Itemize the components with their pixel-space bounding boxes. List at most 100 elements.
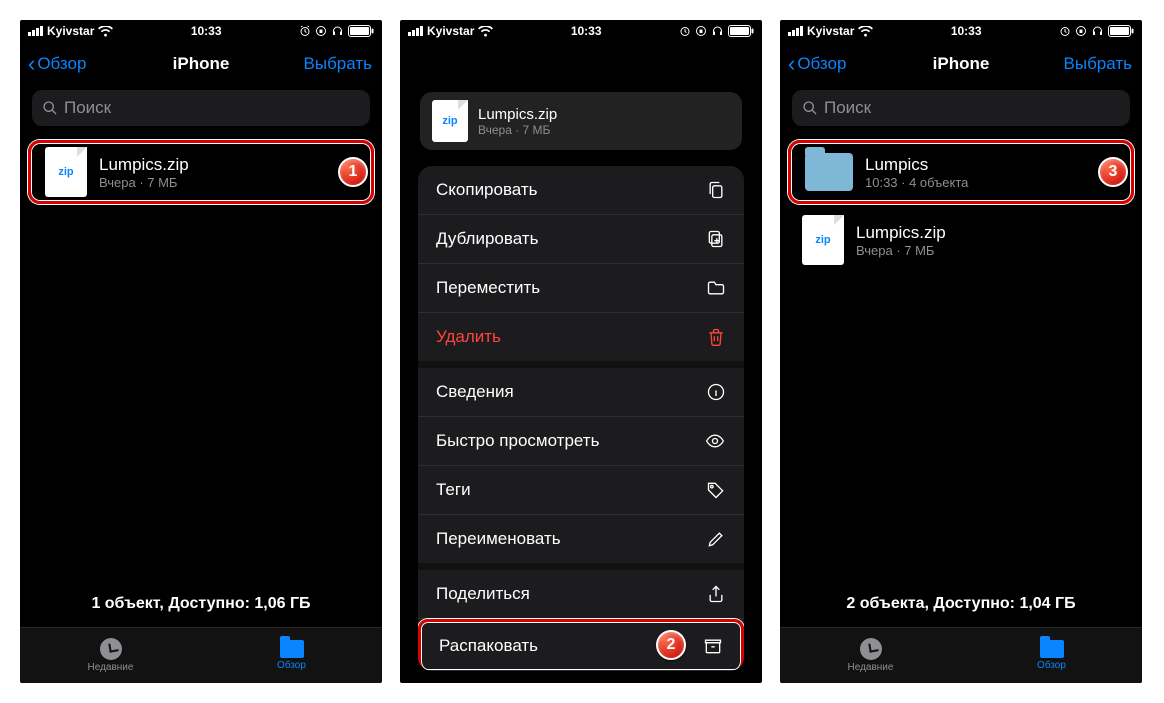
back-label: Обзор xyxy=(797,54,846,74)
callout-badge-3: 3 xyxy=(1098,157,1128,187)
menu-move-label: Переместить xyxy=(436,278,540,298)
file-name: Lumpics.zip xyxy=(856,223,946,243)
tag-icon xyxy=(706,480,726,500)
file-row-folder[interactable]: Lumpics 10:33 · 4 объекта xyxy=(788,140,1134,204)
tab-browse[interactable]: Обзор xyxy=(201,628,382,683)
tab-recent-label: Недавние xyxy=(848,662,894,673)
menu-tags-label: Теги xyxy=(436,480,471,500)
menu-quicklook[interactable]: Быстро просмотреть xyxy=(418,417,744,466)
search-placeholder: Поиск xyxy=(64,98,111,118)
status-time: 10:33 xyxy=(493,24,679,38)
nav-title: iPhone xyxy=(933,54,990,74)
file-row-zip[interactable]: zip Lumpics.zip Вчера · 7 МБ xyxy=(28,140,374,204)
nav-bar: ‹ Обзор iPhone Выбрать xyxy=(20,42,382,86)
menu-info[interactable]: Сведения xyxy=(418,368,744,417)
battery-icon xyxy=(728,25,754,37)
battery-icon xyxy=(348,25,374,37)
file-sub: Вчера · 7 МБ xyxy=(478,123,557,137)
carrier-label: Kyivstar xyxy=(47,24,94,38)
search-icon xyxy=(42,100,58,116)
copy-icon xyxy=(706,180,726,200)
back-button[interactable]: ‹ Обзор xyxy=(788,54,846,74)
select-button[interactable]: Выбрать xyxy=(304,54,372,74)
menu-rename[interactable]: Переименовать xyxy=(418,515,744,570)
status-bar: Kyivstar 10:33 xyxy=(780,20,1142,42)
tab-recent[interactable]: Недавние xyxy=(20,628,201,683)
storage-summary: 2 объекта, Доступно: 1,04 ГБ xyxy=(780,585,1142,627)
search-input[interactable]: Поиск xyxy=(32,90,370,126)
file-name: Lumpics.zip xyxy=(478,106,557,123)
menu-copy-label: Скопировать xyxy=(436,180,538,200)
menu-unzip[interactable]: Распаковать xyxy=(418,619,744,671)
storage-summary: 1 объект, Доступно: 1,06 ГБ xyxy=(20,585,382,627)
clock-icon xyxy=(860,638,882,660)
status-time: 10:33 xyxy=(113,24,299,38)
status-time: 10:33 xyxy=(873,24,1059,38)
tab-browse[interactable]: Обзор xyxy=(961,628,1142,683)
back-button[interactable]: ‹ Обзор xyxy=(28,54,86,74)
folder-sub: 10:33 · 4 объекта xyxy=(865,175,968,190)
menu-move[interactable]: Переместить xyxy=(418,264,744,313)
headphones-icon xyxy=(331,25,344,37)
wifi-icon xyxy=(858,26,873,37)
context-menu: Скопировать Дублировать Переместить Удал… xyxy=(418,166,744,671)
search-input[interactable]: Поиск xyxy=(792,90,1130,126)
duplicate-icon xyxy=(706,229,726,249)
search-placeholder: Поиск xyxy=(824,98,871,118)
alarm-icon xyxy=(679,25,691,37)
context-file-preview: zip Lumpics.zip Вчера · 7 МБ xyxy=(420,92,742,150)
menu-duplicate[interactable]: Дублировать xyxy=(418,215,744,264)
nav-bar: ‹ Обзор iPhone Выбрать xyxy=(780,42,1142,86)
phone-screen-1: Kyivstar 10:33 ‹ Обзор iPhone Выбрать По… xyxy=(20,20,382,683)
folder-icon xyxy=(706,278,726,298)
tab-browse-label: Обзор xyxy=(1037,660,1066,671)
select-button[interactable]: Выбрать xyxy=(1064,54,1132,74)
share-icon xyxy=(706,584,726,604)
tab-recent[interactable]: Недавние xyxy=(780,628,961,683)
menu-delete[interactable]: Удалить xyxy=(418,313,744,368)
rotation-lock-icon xyxy=(315,25,327,37)
menu-tags[interactable]: Теги xyxy=(418,466,744,515)
phone-screen-3: Kyivstar 10:33 ‹ Обзор iPhone Выбрать По… xyxy=(780,20,1142,683)
trash-icon xyxy=(706,327,726,347)
status-bar: Kyivstar 10:33 xyxy=(20,20,382,42)
menu-copy[interactable]: Скопировать xyxy=(418,166,744,215)
nav-title: iPhone xyxy=(173,54,230,74)
callout-badge-1: 1 xyxy=(338,157,368,187)
status-bar: Kyivstar 10:33 xyxy=(400,20,762,42)
rotation-lock-icon xyxy=(1075,25,1087,37)
alarm-icon xyxy=(299,25,311,37)
tab-recent-label: Недавние xyxy=(88,662,134,673)
file-list: Lumpics 10:33 · 4 объекта 3 zip Lumpics.… xyxy=(780,136,1142,585)
menu-rename-label: Переименовать xyxy=(436,529,561,549)
menu-share-label: Поделиться xyxy=(436,584,530,604)
folder-icon xyxy=(1040,640,1064,658)
menu-unzip-label: Распаковать xyxy=(439,636,538,656)
menu-info-label: Сведения xyxy=(436,382,514,402)
signal-icon xyxy=(28,26,43,36)
archive-icon xyxy=(703,636,723,656)
search-icon xyxy=(802,100,818,116)
file-sub: Вчера · 7 МБ xyxy=(99,175,189,190)
headphones-icon xyxy=(1091,25,1104,37)
file-name: Lumpics.zip xyxy=(99,155,189,175)
tab-bar: Недавние Обзор xyxy=(20,627,382,683)
signal-icon xyxy=(788,26,803,36)
tab-bar: Недавние Обзор xyxy=(780,627,1142,683)
wifi-icon xyxy=(478,26,493,37)
carrier-label: Kyivstar xyxy=(807,24,854,38)
alarm-icon xyxy=(1059,25,1071,37)
folder-name: Lumpics xyxy=(865,155,968,175)
zip-file-icon: zip xyxy=(45,147,87,197)
eye-icon xyxy=(704,431,726,451)
zip-file-icon: zip xyxy=(802,215,844,265)
file-row-zip[interactable]: zip Lumpics.zip Вчера · 7 МБ xyxy=(788,208,1134,272)
folder-icon xyxy=(280,640,304,658)
signal-icon xyxy=(408,26,423,36)
pencil-icon xyxy=(706,529,726,549)
carrier-label: Kyivstar xyxy=(427,24,474,38)
menu-share[interactable]: Поделиться xyxy=(418,570,744,619)
menu-delete-label: Удалить xyxy=(436,327,501,347)
battery-icon xyxy=(1108,25,1134,37)
tab-browse-label: Обзор xyxy=(277,660,306,671)
